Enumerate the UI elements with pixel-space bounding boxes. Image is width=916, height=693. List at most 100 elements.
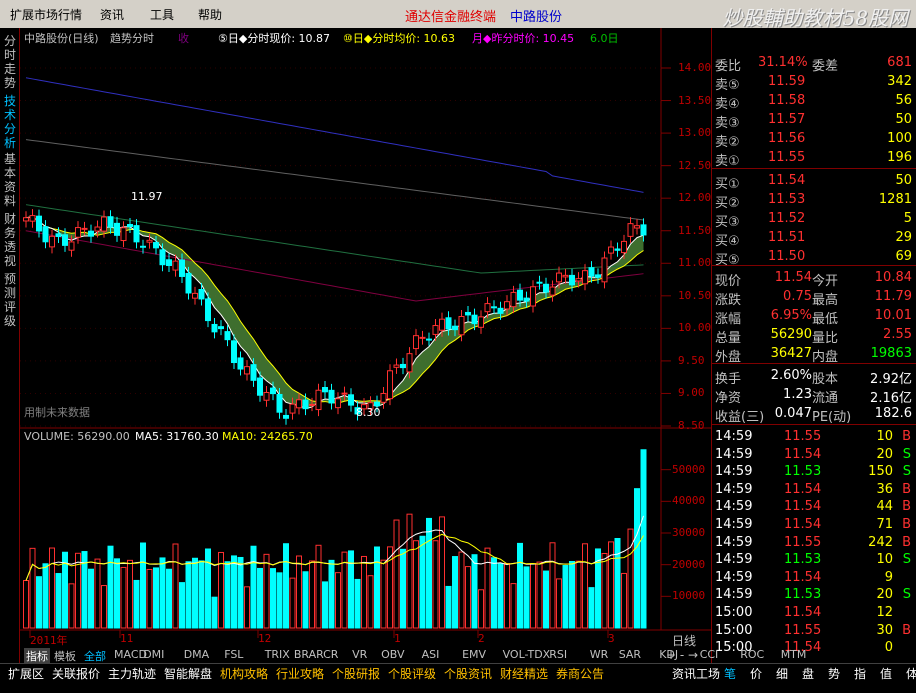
indicator-tab[interactable]: VOL-TDX <box>503 648 551 661</box>
volume-bar <box>530 562 536 629</box>
low-label: 8.30 <box>356 406 381 419</box>
volume-bar <box>211 596 218 629</box>
x-tick: 2011年 <box>30 634 68 647</box>
right-tab[interactable]: 价 <box>750 665 762 682</box>
x-tick: 11 <box>120 632 134 645</box>
indicator-tab[interactable]: EMV <box>462 648 486 661</box>
right-tab[interactable]: 指 <box>854 665 866 682</box>
volume-bar <box>140 542 146 629</box>
bottom-tab[interactable]: 财经精选 <box>500 665 548 682</box>
indicator-tab[interactable]: OBV <box>381 648 404 661</box>
indicator-tab[interactable]: CR <box>323 648 338 661</box>
menu-news[interactable]: 资讯 <box>100 6 124 23</box>
candle-body <box>55 233 62 237</box>
bottom-tab[interactable]: 关联报价 <box>52 665 100 682</box>
sidebar-item-finance[interactable]: 财务透视 <box>3 212 17 268</box>
forecast-label: 用制未来数据 <box>24 406 90 419</box>
candle-body <box>497 307 504 314</box>
candle-body <box>504 301 510 310</box>
sidebar-item-timeshare[interactable]: 分时走势 <box>3 34 17 90</box>
bottom-tab[interactable]: 智能解盘 <box>164 665 212 682</box>
bottom-tab[interactable]: 个股研报 <box>332 665 380 682</box>
menu-help[interactable]: 帮助 <box>198 6 222 23</box>
volume-bar <box>510 583 517 629</box>
indicator-tab[interactable]: WR <box>590 648 609 661</box>
candle-body <box>491 306 497 309</box>
volume-bar <box>153 567 159 629</box>
bottom-tab[interactable]: 主力轨迹 <box>108 665 156 682</box>
volume-bar <box>120 566 127 629</box>
period-label[interactable]: 日线 <box>672 632 696 649</box>
volume-bar <box>601 552 608 629</box>
indicator-tab[interactable]: TRIX <box>265 648 290 661</box>
volume-bar <box>68 583 75 629</box>
zoom-controls[interactable]: + - → <box>666 648 698 662</box>
candle-body <box>302 399 309 410</box>
candle-body <box>283 414 289 419</box>
right-tab[interactable]: 势 <box>828 665 840 682</box>
price-tick: 10.00 <box>678 321 712 335</box>
sidebar-item-basic[interactable]: 基本资料 <box>3 152 17 208</box>
indicator-tab[interactable]: MTM <box>781 648 807 661</box>
indicator-tab[interactable]: CCI <box>700 648 719 661</box>
candle-body <box>315 389 322 411</box>
sidebar-item-technical[interactable]: 技术分析 <box>3 94 17 150</box>
menu-market[interactable]: 扩展市场行情 <box>10 6 82 23</box>
candle-body <box>465 311 471 316</box>
right-tab[interactable]: 细 <box>776 665 788 682</box>
candle-body <box>257 377 263 396</box>
right-tab[interactable]: 盘 <box>802 665 814 682</box>
bottom-tab[interactable]: 行业攻略 <box>276 665 324 682</box>
volume-bar <box>315 544 322 629</box>
right-tab[interactable]: 资讯工场 <box>672 665 720 682</box>
indicator-tab[interactable]: DMI <box>143 648 164 661</box>
indicator-tab[interactable]: 全部 <box>84 648 106 664</box>
candle-body <box>341 392 348 395</box>
price-chart[interactable] <box>20 28 711 645</box>
bottom-tab[interactable]: 个股资讯 <box>444 665 492 682</box>
indicator-tab[interactable]: ASI <box>422 648 440 661</box>
right-tab[interactable]: 笔 <box>724 665 736 682</box>
bottom-tab[interactable]: 机构攻略 <box>220 665 268 682</box>
candle-body <box>335 398 341 409</box>
right-tab[interactable]: 体 <box>906 665 916 682</box>
indicator-tab[interactable]: VR <box>352 648 367 661</box>
bottom-tab[interactable]: 扩展区 <box>8 665 44 682</box>
volume-bar <box>393 519 400 629</box>
candle-body <box>127 224 133 227</box>
indicator-tab[interactable]: 指标 <box>24 648 50 664</box>
tick-row: 15:00 11.54 12 <box>715 605 893 620</box>
indicator-tab[interactable]: MACD <box>114 648 147 661</box>
price-tick: 12.00 <box>678 191 712 205</box>
bid-row: 买④ 11.51 29 <box>715 230 912 249</box>
ask-row: 卖② 11.56 100 <box>715 131 912 150</box>
indicator-tab[interactable]: RSI <box>549 648 567 661</box>
bottom-tab[interactable]: 券商公告 <box>556 665 604 682</box>
volume-tick: 20000 <box>672 557 706 571</box>
x-tick: 3 <box>608 632 615 645</box>
indicator-tab[interactable]: DMA <box>184 648 210 661</box>
indicator-tab[interactable]: SAR <box>619 648 641 661</box>
bottom-tab[interactable]: 个股评级 <box>388 665 436 682</box>
volume-bar <box>452 556 458 629</box>
indicator-tab[interactable]: FSL <box>224 648 243 661</box>
divider <box>712 424 916 425</box>
indicator-tab[interactable]: 模板 <box>54 648 76 664</box>
indicator-tab[interactable]: BRAR <box>294 648 324 661</box>
x-tick: 2 <box>478 632 485 645</box>
candle-body <box>23 217 29 222</box>
sidebar-item-rating[interactable]: 预测评级 <box>3 272 17 328</box>
candle-body <box>62 234 68 246</box>
price-tick: 14.00 <box>678 61 712 74</box>
indicator-tab[interactable]: ROC <box>740 648 764 661</box>
candle-body <box>614 248 621 251</box>
quote-panel: 委比 31.14% 委差 681 卖⑤ 11.59 342 卖④ 11.58 56 卖③ 11… <box>711 28 916 663</box>
volume-bar <box>361 555 367 629</box>
candle-body <box>452 325 458 331</box>
menu-tools[interactable]: 工具 <box>150 6 174 23</box>
candle-body <box>406 353 413 373</box>
volume-bar <box>276 572 283 629</box>
ask-row: 卖⑤ 11.59 342 <box>715 74 912 93</box>
volume-bar <box>192 557 198 629</box>
right-tab[interactable]: 值 <box>880 665 892 682</box>
